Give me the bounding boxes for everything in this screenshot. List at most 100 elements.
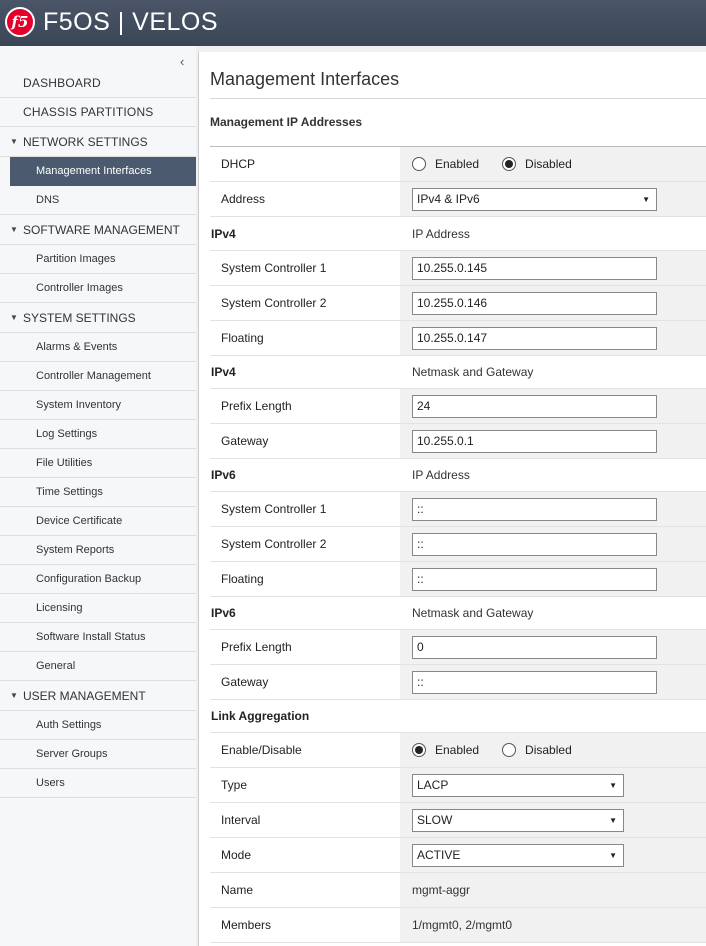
main-panel: Management Interfaces Management IP Addr…: [198, 52, 706, 946]
group-label: IPv4: [211, 227, 236, 241]
ipv4-sc2-input[interactable]: 10.255.0.146: [412, 292, 657, 315]
sidebar-item-label: Log Settings: [36, 428, 98, 440]
ipv6-ip-group-row: IPv6 IP Address: [210, 458, 706, 492]
sidebar-section-system-settings[interactable]: ▼ SYSTEM SETTINGS: [0, 303, 196, 333]
sidebar-item-label: DNS: [36, 194, 60, 206]
sidebar-item-label: USER MANAGEMENT: [23, 688, 146, 703]
ipv4-prefix-row: Prefix Length 24: [210, 389, 706, 424]
dhcp-disabled-radio[interactable]: [502, 157, 517, 171]
ipv4-gateway-input[interactable]: 10.255.0.1: [412, 430, 657, 453]
sidebar-item-label: Server Groups: [36, 748, 108, 760]
lag-interval-select[interactable]: SLOW ▼: [412, 809, 624, 832]
link-aggregation-group-row: Link Aggregation: [210, 699, 706, 733]
ipv6-gateway-input[interactable]: ::: [412, 671, 657, 694]
field-label: Prefix Length: [221, 640, 292, 654]
sidebar-item-label: Auth Settings: [36, 719, 102, 731]
sidebar-item-chassis-partitions[interactable]: CHASSIS PARTITIONS: [0, 98, 196, 127]
sidebar-section-network-settings[interactable]: ▼ NETWORK SETTINGS: [0, 127, 196, 157]
lag-name-row: Name mgmt-aggr: [210, 873, 706, 908]
sidebar: ‹ DASHBOARD CHASSIS PARTITIONS ▼ NETWORK SE…: [0, 46, 196, 946]
address-select[interactable]: IPv4 & IPv6 ▼: [412, 188, 657, 211]
field-label: Gateway: [221, 675, 269, 689]
ipv6-sc1-row: System Controller 1 ::: [210, 492, 706, 527]
sidebar-item-label: File Utilities: [36, 457, 93, 469]
address-label: Address: [221, 192, 266, 206]
ipv4-sc1-row: System Controller 1 10.255.0.145: [210, 251, 706, 286]
sidebar-nav: DASHBOARD CHASSIS PARTITIONS ▼ NETWORK SETT…: [0, 69, 196, 798]
sidebar-item-configuration-backup[interactable]: Configuration Backup: [0, 565, 196, 594]
sidebar-section-user-management[interactable]: ▼ USER MANAGEMENT: [0, 681, 196, 711]
dhcp-enabled-radio[interactable]: [412, 157, 426, 171]
sidebar-item-label: Partition Images: [36, 253, 116, 265]
sidebar-item-system-reports[interactable]: System Reports: [0, 536, 196, 565]
lag-mode-value: ACTIVE: [417, 848, 461, 862]
caret-down-icon: ▼: [10, 137, 18, 146]
sidebar-item-controller-management[interactable]: Controller Management: [0, 362, 196, 391]
sidebar-item-dashboard[interactable]: DASHBOARD: [0, 69, 196, 98]
sidebar-item-alarms-events[interactable]: Alarms & Events: [0, 333, 196, 362]
section-heading: Management IP Addresses: [210, 115, 363, 129]
sidebar-item-label: DASHBOARD: [23, 76, 101, 90]
sidebar-item-auth-settings[interactable]: Auth Settings: [0, 711, 196, 740]
sidebar-item-time-settings[interactable]: Time Settings: [0, 478, 196, 507]
f5-logo: f5: [5, 7, 35, 37]
field-label: Name: [221, 883, 254, 897]
sidebar-item-log-settings[interactable]: Log Settings: [0, 420, 196, 449]
sidebar-item-device-certificate[interactable]: Device Certificate: [0, 507, 196, 536]
lag-enabled-radio[interactable]: [412, 743, 426, 757]
ipv4-ip-group-row: IPv4 IP Address: [210, 217, 706, 251]
sidebar-item-licensing[interactable]: Licensing: [0, 594, 196, 623]
sidebar-item-dns[interactable]: DNS: [0, 186, 196, 215]
lag-mode-select[interactable]: ACTIVE ▼: [412, 844, 624, 867]
sidebar-item-controller-images[interactable]: Controller Images: [0, 274, 196, 303]
field-label: Members: [221, 918, 272, 932]
ipv4-sc1-input[interactable]: 10.255.0.145: [412, 257, 657, 280]
sidebar-item-users[interactable]: Users: [0, 769, 196, 798]
dropdown-arrow-icon: ▼: [609, 851, 617, 860]
caret-down-icon: ▼: [10, 225, 18, 234]
ipv4-gateway-row: Gateway 10.255.0.1: [210, 424, 706, 459]
ipv6-sc2-input[interactable]: ::: [412, 533, 657, 556]
ipv6-prefix-input[interactable]: 0: [412, 636, 657, 659]
sidebar-section-software-management[interactable]: ▼ SOFTWARE MANAGEMENT: [0, 215, 196, 245]
sidebar-item-label: Licensing: [36, 602, 83, 614]
lag-name-value: mgmt-aggr: [412, 883, 471, 897]
field-label: Enable/Disable: [221, 743, 302, 757]
sidebar-item-general[interactable]: General: [0, 652, 196, 681]
group-label: IPv6: [211, 606, 236, 620]
group-label: Link Aggregation: [211, 709, 310, 723]
field-label: Mode: [221, 848, 252, 862]
lag-interval-row: Interval SLOW ▼: [210, 803, 706, 838]
sidebar-item-software-install-status[interactable]: Software Install Status: [0, 623, 196, 652]
lag-enabled-label: Enabled: [435, 743, 480, 757]
lag-type-value: LACP: [417, 778, 449, 792]
field-label: System Controller 1: [221, 261, 327, 275]
field-label: System Controller 2: [221, 296, 327, 310]
sidebar-item-label: Configuration Backup: [36, 573, 142, 585]
ipv6-sc2-row: System Controller 2 ::: [210, 527, 706, 562]
collapse-sidebar-icon[interactable]: ‹: [180, 54, 184, 69]
lag-disabled-label: Disabled: [525, 743, 572, 757]
sidebar-item-server-groups[interactable]: Server Groups: [0, 740, 196, 769]
ipv4-prefix-input[interactable]: 24: [412, 395, 657, 418]
ipv4-floating-input[interactable]: 10.255.0.147: [412, 327, 657, 350]
ipv6-floating-input[interactable]: ::: [412, 568, 657, 591]
sidebar-item-label: SOFTWARE MANAGEMENT: [23, 222, 180, 237]
field-label: System Controller 2: [221, 537, 327, 551]
lag-type-select[interactable]: LACP ▼: [412, 774, 624, 797]
sidebar-item-system-inventory[interactable]: System Inventory: [0, 391, 196, 420]
app-title: F5OS | VELOS: [43, 8, 219, 36]
sidebar-item-file-utilities[interactable]: File Utilities: [0, 449, 196, 478]
field-label: Type: [221, 778, 248, 792]
lag-interval-value: SLOW: [417, 813, 453, 827]
page-title: Management Interfaces: [210, 69, 400, 89]
lag-disabled-radio[interactable]: [502, 743, 517, 757]
sidebar-item-label: Users: [36, 777, 65, 789]
sidebar-item-partition-images[interactable]: Partition Images: [0, 245, 196, 274]
ipv6-sc1-input[interactable]: ::: [412, 498, 657, 521]
sidebar-item-management-interfaces[interactable]: Management Interfaces: [10, 157, 196, 186]
lag-type-row: Type LACP ▼: [210, 768, 706, 803]
dhcp-label: DHCP: [221, 157, 256, 171]
dhcp-enabled-label: Enabled: [435, 157, 480, 171]
dhcp-radio-group: Enabled Disabled: [412, 147, 595, 181]
